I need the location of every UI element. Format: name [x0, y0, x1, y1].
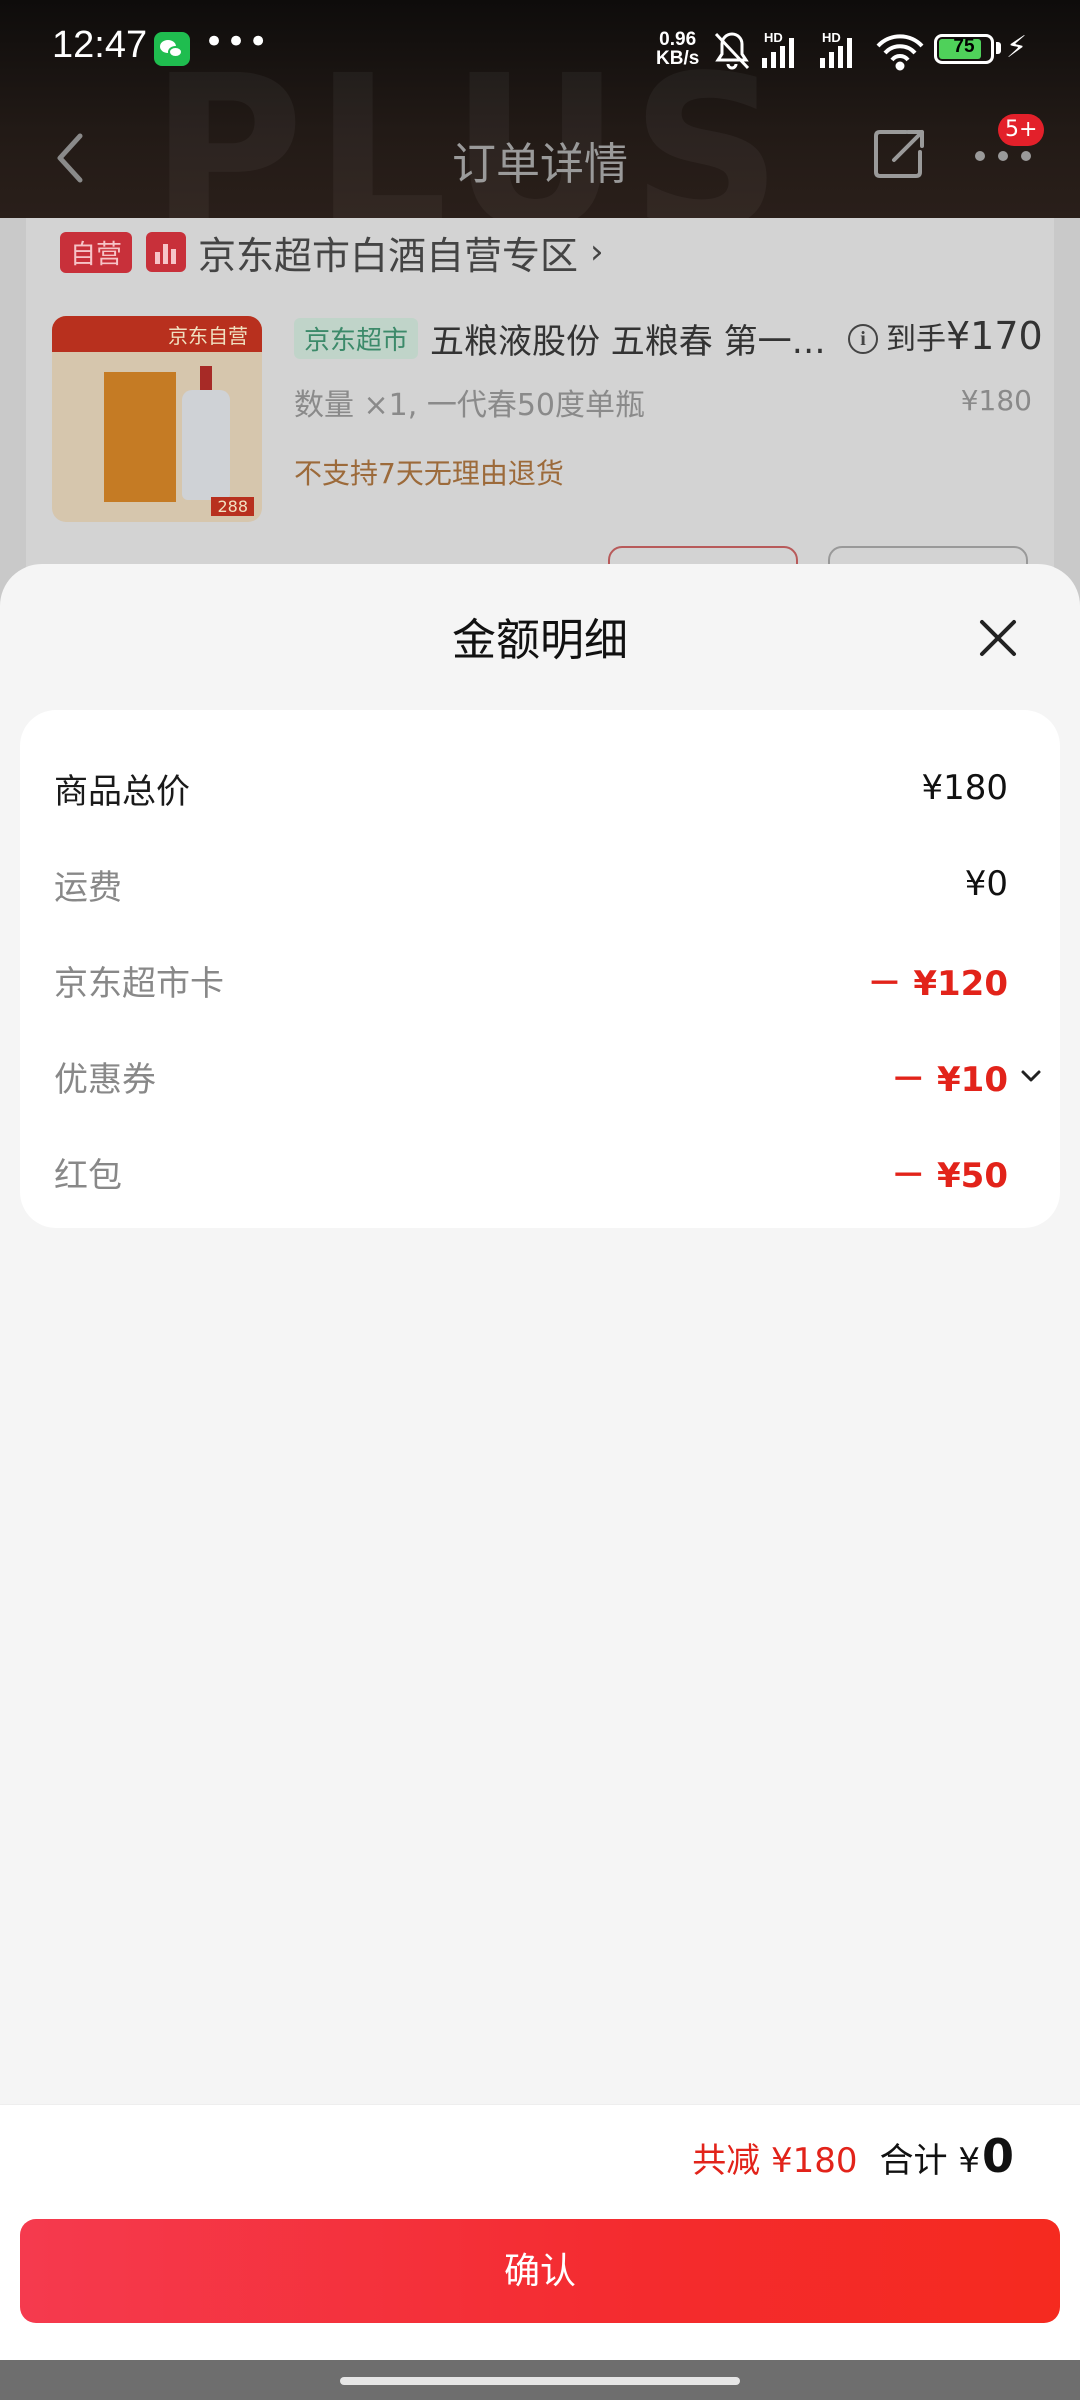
chevron-down-icon[interactable]	[1020, 1065, 1042, 1087]
summary-bar: 共减 ¥180 合计 ¥ 0	[0, 2104, 1080, 2216]
nav-bar: 订单详情 5+	[0, 100, 1080, 218]
row-label: 京东超市卡	[54, 963, 224, 1004]
row-value: － ¥10	[891, 1059, 1008, 1100]
row-label: 优惠券	[54, 1059, 156, 1100]
shop-tag: 京东超市	[294, 318, 419, 359]
row-value: ¥180	[921, 768, 1008, 808]
total-saved: 共减 ¥180	[692, 2141, 858, 2181]
home-indicator[interactable]	[340, 2377, 740, 2385]
more-notifications-icon: •••	[204, 22, 271, 62]
store-row[interactable]: 自营 京东超市白酒自营专区 ›	[60, 224, 604, 280]
more-icon[interactable]	[972, 146, 1034, 166]
chevron-right-icon: ›	[590, 232, 604, 272]
wechat-icon	[154, 32, 190, 66]
row-label: 红包	[54, 1155, 122, 1196]
svg-text:HD: HD	[764, 30, 783, 45]
coupon-value-group[interactable]: － ¥10	[891, 1052, 1041, 1101]
share-icon[interactable]	[872, 126, 928, 182]
battery-icon: 75	[934, 34, 994, 64]
mute-bell-icon	[714, 32, 750, 70]
sheet-title: 金额明细	[452, 615, 628, 666]
confirm-area: 确认	[0, 2216, 1080, 2360]
row-value: － ¥50	[891, 1155, 1008, 1196]
product-image[interactable]: 京东自营 288	[52, 316, 262, 522]
store-name: 京东超市白酒自营专区	[198, 233, 579, 278]
amount-detail-sheet: 金额明细 商品总价 ¥180 运费 ¥0 京东超市卡 － ¥120 优惠券 － …	[0, 564, 1080, 2360]
message-count-badge: 5+	[998, 114, 1045, 146]
product-name[interactable]: 五粮液股份 五粮春 第一代 50度 500ml 单瓶	[430, 314, 830, 363]
wifi-icon	[876, 34, 924, 71]
row-supermarket-card: 京东超市卡 － ¥120	[54, 950, 1008, 1010]
status-time: 12:47	[52, 24, 148, 66]
close-icon[interactable]	[976, 616, 1020, 660]
svg-text:HD: HD	[822, 30, 841, 45]
row-label: 商品总价	[54, 771, 190, 812]
row-value: － ¥120	[867, 963, 1008, 1004]
row-goods-total: 商品总价 ¥180	[54, 758, 1008, 818]
charging-icon: ⚡	[1006, 30, 1028, 65]
total-label: 合计 ¥	[879, 2141, 980, 2181]
summary: 共减 ¥180 合计 ¥ 0	[692, 2129, 1014, 2183]
info-icon[interactable]: i	[848, 324, 878, 354]
battery-cap	[996, 42, 1001, 54]
header: PLUS 12:47 ••• 0.96 KB/s HD	[0, 0, 1080, 218]
row-value: ¥0	[964, 864, 1008, 904]
row-label: 运费	[54, 867, 122, 908]
signal-2-icon: HD	[820, 30, 852, 68]
network-speed: 0.96 KB/s	[656, 29, 700, 69]
self-operated-tag: 自营	[60, 231, 133, 273]
store-icon	[146, 232, 187, 272]
quantity-spec: 数量 ×1, 一代春50度单瓶	[294, 388, 646, 423]
status-bar: 12:47 ••• 0.96 KB/s HD HD 75 ⚡	[0, 0, 1080, 100]
total-value: 0	[981, 2129, 1014, 2183]
to-hand-price: 到手¥170	[886, 314, 1043, 358]
confirm-button[interactable]: 确认	[20, 2219, 1060, 2323]
row-coupon[interactable]: 优惠券 － ¥10	[54, 1046, 1041, 1106]
row-red-packet: 红包 － ¥50	[54, 1142, 1008, 1202]
system-nav-bar	[0, 2360, 1080, 2400]
return-policy: 不支持7天无理由退货	[294, 457, 564, 490]
amount-detail-card: 商品总价 ¥180 运费 ¥0 京东超市卡 － ¥120 优惠券 － ¥10 红…	[20, 710, 1060, 1228]
original-price: ¥180	[960, 384, 1032, 417]
row-shipping: 运费 ¥0	[54, 854, 1008, 914]
order-card: 自营 京东超市白酒自营专区 › 京东自营 288 京东超市 五粮液股份 五粮春 …	[26, 218, 1054, 618]
signal-1-icon: HD	[762, 30, 794, 68]
